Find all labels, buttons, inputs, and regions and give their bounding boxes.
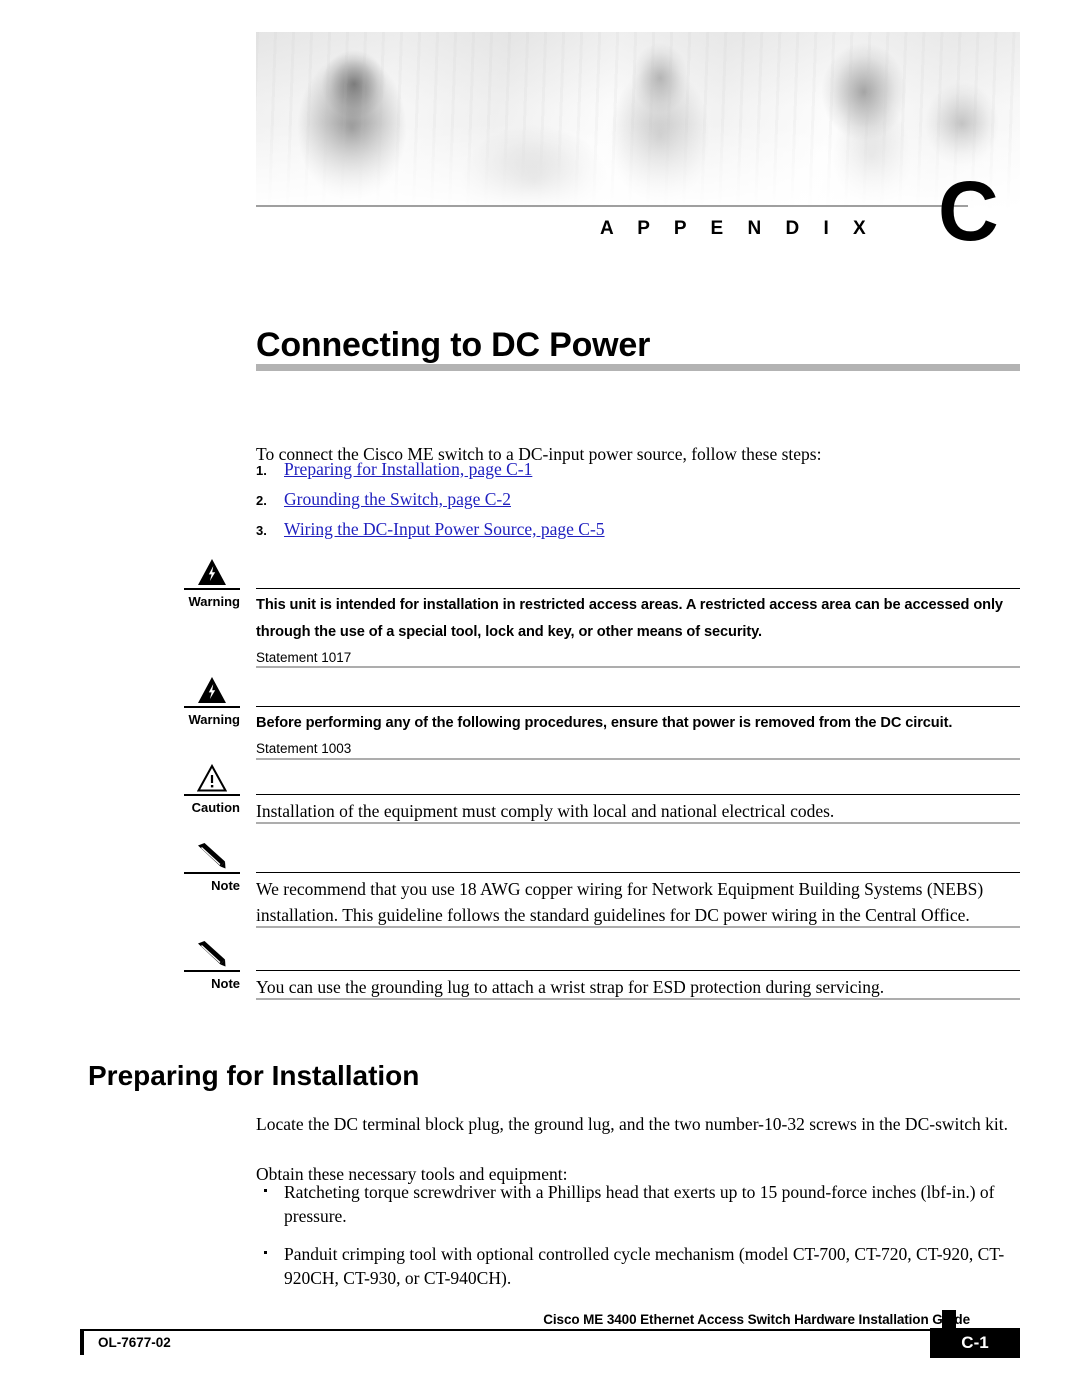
note-pencil-icon [192,842,232,872]
admonition-label: Note [211,976,240,991]
note-block: Note You can use the grounding lug to at… [172,940,1020,1000]
icon-underline-rule [184,706,240,708]
admonition-body: This unit is intended for installation i… [256,592,1020,670]
list-item[interactable]: 2. Grounding the Switch, page C-2 [256,488,1026,518]
banner-baseline-rule [256,205,968,207]
footer-rule [80,1329,960,1331]
caution-exclamation-triangle-icon [192,764,232,794]
list-item: Ratcheting torque screwdriver with a Phi… [256,1180,1046,1228]
warning-lightning-triangle-icon [192,676,232,706]
bullet-dot-icon [264,1189,267,1192]
footer-doc-number: OL-7677-02 [98,1335,171,1350]
icon-underline-rule [184,588,240,590]
bullet-text: Panduit crimping tool with optional cont… [284,1244,1005,1288]
tools-bullet-list: Ratcheting torque screwdriver with a Phi… [256,1180,1046,1304]
step-link[interactable]: Wiring the DC-Input Power Source, page C… [284,518,605,540]
appendix-word-label: A P P E N D I X [600,218,876,239]
section-paragraph-1: Locate the DC terminal block plug, the g… [256,1113,1008,1134]
icon-underline-rule [184,794,240,796]
admonition-label: Note [211,878,240,893]
admonition-top-rule [256,588,1020,589]
admonition-bottom-rule [256,822,1020,824]
admonition-text: Before performing any of the following p… [256,715,953,731]
admonition-label: Warning [188,594,240,609]
admonition-bottom-rule [256,998,1020,1000]
admonition-top-rule [256,872,1020,873]
admonition-body: Before performing any of the following p… [256,710,1020,761]
banner-fade-overlay [256,32,1020,208]
admonition-top-rule [256,706,1020,707]
footer-square-marker [942,1310,956,1328]
warning-block: Warning Before performing any of the fol… [172,676,1020,760]
admonition-body: You can use the grounding lug to attach … [256,974,1020,1000]
admonition-label: Caution [191,800,240,815]
appendix-letter-label: C [938,164,999,258]
step-number: 3. [256,523,267,538]
admonition-text: This unit is intended for installation i… [256,597,1003,640]
page-title: Connecting to DC Power [256,325,651,364]
admonition-body: Installation of the equipment must compl… [256,798,1020,824]
step-link-list: 1. Preparing for Installation, page C-1 … [256,458,1026,548]
section-heading: Preparing for Installation [88,1060,420,1092]
admonition-bottom-rule [256,758,1020,760]
bullet-text: Ratcheting torque screwdriver with a Phi… [284,1182,995,1226]
step-number: 2. [256,493,267,508]
footer-guide-title: Cisco ME 3400 Ethernet Access Switch Har… [543,1312,970,1327]
admonition-text: Installation of the equipment must compl… [256,801,835,821]
admonition-bottom-rule [256,926,1020,928]
admonition-top-rule [256,970,1020,971]
list-item: Panduit crimping tool with optional cont… [256,1242,1046,1290]
title-underline-rule [256,364,1020,371]
admonition-bottom-rule [256,666,1020,668]
admonition-top-rule [256,794,1020,795]
step-link[interactable]: Grounding the Switch, page C-2 [284,488,511,510]
footer-left-tick [80,1329,84,1355]
note-block: Note We recommend that you use 18 AWG co… [172,842,1020,928]
admonition-text: We recommend that you use 18 AWG copper … [256,879,984,925]
warning-lightning-triangle-icon [192,558,232,588]
caution-block: Caution Installation of the equipment mu… [172,764,1020,824]
note-pencil-icon [192,940,232,970]
icon-underline-rule [184,970,240,972]
admonition-text: You can use the grounding lug to attach … [256,977,885,997]
list-item[interactable]: 3. Wiring the DC-Input Power Source, pag… [256,518,1026,548]
admonition-body: We recommend that you use 18 AWG copper … [256,876,1020,928]
bullet-dot-icon [264,1251,267,1254]
admonition-label: Warning [188,712,240,727]
appendix-banner-photo [256,32,1020,208]
footer-page-number: C-1 [930,1328,1020,1358]
step-number: 1. [256,463,267,478]
icon-underline-rule [184,872,240,874]
list-item[interactable]: 1. Preparing for Installation, page C-1 [256,458,1026,488]
step-link[interactable]: Preparing for Installation, page C-1 [284,458,532,480]
warning-block: Warning This unit is intended for instal… [172,558,1020,668]
